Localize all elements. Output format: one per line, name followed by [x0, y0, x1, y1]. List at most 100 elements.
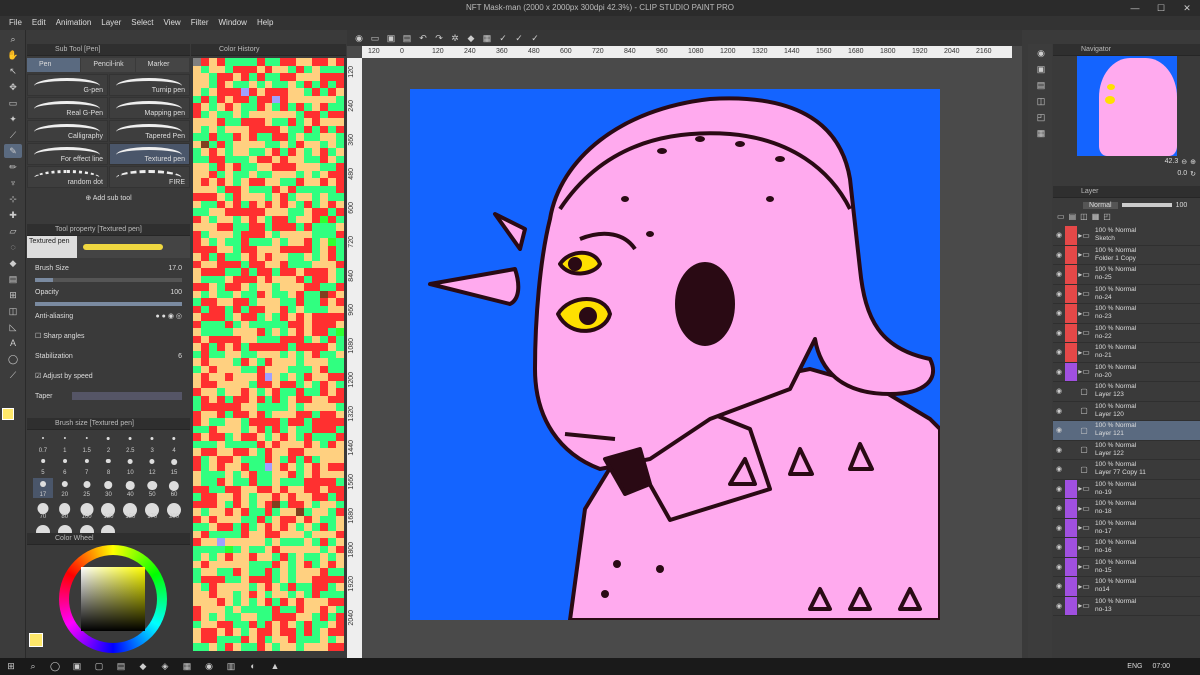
color-swatch[interactable]: [328, 613, 337, 621]
color-swatch[interactable]: [224, 358, 233, 366]
main-color-swatch[interactable]: [2, 408, 14, 420]
color-swatch[interactable]: [256, 350, 265, 358]
color-swatch[interactable]: [208, 373, 217, 381]
color-swatch[interactable]: [256, 260, 265, 268]
color-swatch[interactable]: [312, 433, 321, 441]
color-swatch[interactable]: [296, 620, 305, 628]
color-swatch[interactable]: [336, 560, 344, 568]
color-swatch[interactable]: [320, 395, 329, 403]
color-swatch[interactable]: [336, 245, 344, 253]
color-swatch[interactable]: [272, 268, 281, 276]
color-swatch[interactable]: [256, 478, 265, 486]
opacity-value[interactable]: 100: [170, 289, 182, 296]
color-swatch[interactable]: [200, 313, 209, 321]
color-swatch[interactable]: [240, 515, 249, 523]
color-swatch[interactable]: [216, 298, 225, 306]
color-swatch[interactable]: [304, 598, 313, 606]
color-swatch[interactable]: [320, 380, 329, 388]
color-swatch[interactable]: [264, 493, 273, 501]
color-swatch[interactable]: [240, 185, 249, 193]
brush-item[interactable]: Tapered Pen: [109, 120, 190, 142]
color-swatch[interactable]: [280, 110, 289, 118]
color-swatch[interactable]: [296, 58, 305, 66]
color-swatch[interactable]: [256, 613, 265, 621]
color-swatch[interactable]: [264, 343, 273, 351]
color-swatch[interactable]: [208, 350, 217, 358]
color-swatch[interactable]: [224, 253, 233, 261]
color-swatch[interactable]: [312, 208, 321, 216]
color-swatch[interactable]: [336, 635, 344, 643]
color-swatch[interactable]: [208, 253, 217, 261]
eye-icon[interactable]: ◉: [1053, 558, 1065, 577]
color-swatch[interactable]: [193, 478, 201, 486]
color-swatch[interactable]: [264, 358, 273, 366]
color-swatch[interactable]: [280, 125, 289, 133]
color-swatch[interactable]: [224, 268, 233, 276]
color-swatch[interactable]: [336, 140, 344, 148]
color-swatch[interactable]: [232, 80, 241, 88]
color-swatch[interactable]: [248, 418, 257, 426]
color-swatch[interactable]: [264, 508, 273, 516]
color-swatch[interactable]: [256, 58, 265, 66]
color-swatch[interactable]: [224, 208, 233, 216]
color-swatch[interactable]: [304, 208, 313, 216]
color-swatch[interactable]: [256, 80, 265, 88]
color-swatch[interactable]: [248, 583, 257, 591]
color-swatch[interactable]: [336, 155, 344, 163]
color-swatch[interactable]: [296, 110, 305, 118]
color-swatch[interactable]: [336, 380, 344, 388]
color-swatch[interactable]: [336, 208, 344, 216]
color-swatch[interactable]: [216, 208, 225, 216]
color-swatch[interactable]: [200, 455, 209, 463]
color-swatch[interactable]: [312, 335, 321, 343]
color-swatch[interactable]: [232, 403, 241, 411]
color-swatch[interactable]: [200, 335, 209, 343]
color-swatch[interactable]: [304, 523, 313, 531]
color-swatch[interactable]: [280, 628, 289, 636]
color-swatch[interactable]: [312, 185, 321, 193]
color-swatch[interactable]: [336, 163, 344, 171]
layer-row[interactable]: ◉ ▢ 100 % Normal Layer 121: [1053, 421, 1200, 441]
color-swatch[interactable]: [216, 463, 225, 471]
color-swatch[interactable]: [304, 230, 313, 238]
color-swatch[interactable]: [256, 88, 265, 96]
color-swatch[interactable]: [224, 620, 233, 628]
color-swatch[interactable]: [193, 418, 201, 426]
color-swatch[interactable]: [320, 485, 329, 493]
color-swatch[interactable]: [304, 148, 313, 156]
task-view-icon[interactable]: ◯: [44, 659, 66, 674]
color-swatch[interactable]: [200, 328, 209, 336]
color-swatch[interactable]: [256, 185, 265, 193]
color-swatch[interactable]: [193, 523, 201, 531]
color-swatch[interactable]: [288, 343, 297, 351]
color-swatch[interactable]: [256, 103, 265, 111]
color-swatch[interactable]: [232, 515, 241, 523]
color-swatch[interactable]: [320, 58, 329, 66]
color-swatch[interactable]: [216, 118, 225, 126]
color-swatch[interactable]: [328, 395, 337, 403]
color-swatch[interactable]: [328, 208, 337, 216]
color-swatch[interactable]: [328, 178, 337, 186]
color-swatch[interactable]: [272, 335, 281, 343]
color-swatch[interactable]: [256, 395, 265, 403]
color-swatch[interactable]: [288, 643, 297, 651]
color-swatch[interactable]: [280, 350, 289, 358]
color-swatch[interactable]: [200, 178, 209, 186]
color-swatch[interactable]: [288, 223, 297, 231]
color-swatch[interactable]: [312, 305, 321, 313]
color-swatch[interactable]: [328, 440, 337, 448]
color-swatch[interactable]: [224, 58, 233, 66]
color-swatch[interactable]: [328, 373, 337, 381]
color-swatch[interactable]: [193, 628, 201, 636]
brush-size-option[interactable]: 60: [164, 478, 184, 498]
color-swatch[interactable]: [216, 343, 225, 351]
color-swatch[interactable]: [272, 290, 281, 298]
color-swatch[interactable]: [200, 538, 209, 546]
color-swatch[interactable]: [208, 560, 217, 568]
color-swatch[interactable]: [272, 215, 281, 223]
color-swatch[interactable]: [256, 313, 265, 321]
color-swatch[interactable]: [264, 500, 273, 508]
color-swatch[interactable]: [312, 58, 321, 66]
color-swatch[interactable]: [200, 500, 209, 508]
color-swatch[interactable]: [328, 148, 337, 156]
